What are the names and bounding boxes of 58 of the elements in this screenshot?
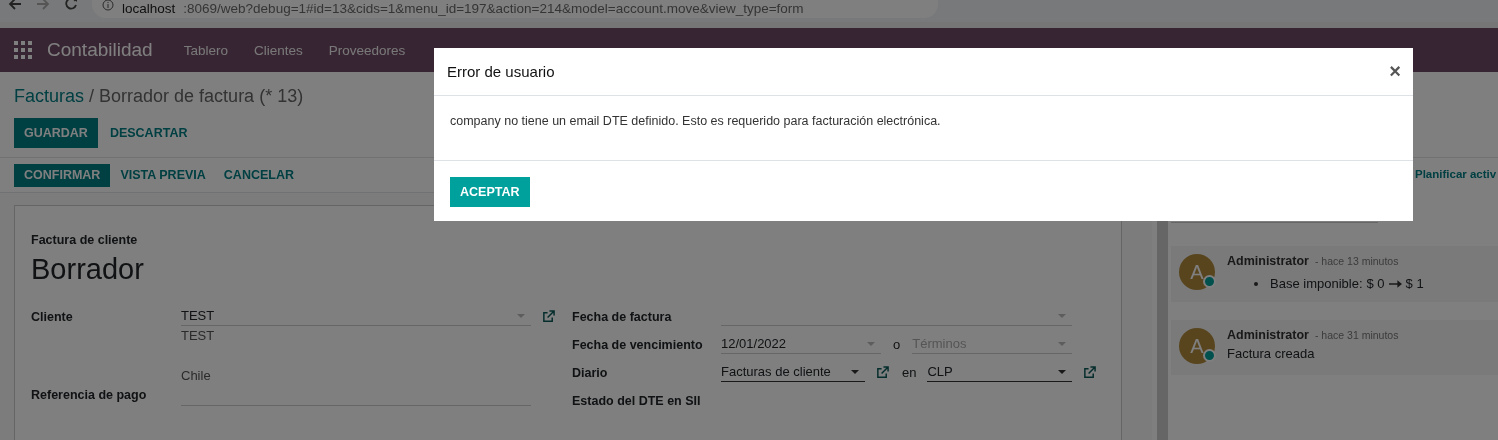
message-author: Administrator	[1227, 254, 1309, 268]
avatar: A	[1179, 328, 1215, 364]
avatar: A	[1179, 254, 1215, 290]
old-value: $ 0	[1366, 276, 1385, 291]
caret-icon	[1058, 369, 1067, 374]
caret-icon	[1058, 313, 1066, 318]
external-link-icon[interactable]	[876, 365, 889, 379]
address-line: Chile	[181, 368, 212, 384]
action-button[interactable]: CANCELAR	[215, 163, 302, 187]
app-title[interactable]: Contabilidad	[47, 39, 153, 61]
dialog-title: Error de usuario	[447, 63, 555, 80]
message-author: Administrator	[1227, 328, 1309, 342]
reload-icon[interactable]	[64, 0, 78, 11]
info-icon	[102, 0, 114, 11]
caret-icon	[1058, 341, 1067, 346]
field-label: Referencia de pago	[31, 387, 148, 404]
field-label: Cliente	[31, 309, 74, 326]
message-time: - hace 31 minutos	[1314, 329, 1399, 341]
dialog-message: company no tiene un email DTE definido. Esto es requerido para facturación electrónica.	[434, 96, 1413, 161]
field-label: Fecha de vencimiento	[572, 337, 704, 354]
field-label: Estado del DTE en SII	[572, 393, 702, 408]
caret-icon	[867, 341, 875, 346]
caret-icon	[851, 369, 859, 374]
message-body: Factura creada	[1227, 346, 1316, 361]
currency-field[interactable]: CLP	[927, 362, 1073, 382]
menu-item[interactable]: Proveedores	[315, 42, 419, 58]
in-label: en	[902, 364, 917, 380]
back-icon[interactable]	[8, 0, 22, 11]
invoice-type: Factura de cliente	[31, 233, 139, 247]
breadcrumb-link[interactable]: Facturas	[14, 86, 85, 106]
external-link-icon[interactable]	[542, 309, 555, 323]
action-button[interactable]: CONFIRMAR	[14, 163, 111, 187]
apps-grid-icon[interactable]	[14, 41, 32, 59]
accept-button[interactable]: ACEPTAR	[450, 177, 530, 207]
schedule-activity-link[interactable]: Planificar activ	[1415, 168, 1497, 180]
tracking-field: Base imponible:	[1270, 276, 1363, 291]
field-label: Fecha de factura	[572, 309, 673, 326]
action-button[interactable]: VISTA PREVIA	[112, 163, 214, 187]
message-time: - hace 13 minutos	[1314, 255, 1399, 267]
customer-field[interactable]: TEST	[181, 306, 531, 326]
breadcrumb-separator: /	[89, 86, 95, 106]
breadcrumb-current: Borrador de factura (* 13)	[99, 86, 304, 106]
arrow-icon	[1388, 279, 1402, 288]
caret-icon	[517, 313, 525, 318]
due-date-field[interactable]: 12/01/2022	[721, 334, 881, 354]
field-label: Diario	[572, 365, 609, 382]
menu-item[interactable]: Clientes	[240, 42, 316, 58]
journal-field[interactable]: Facturas de cliente	[721, 362, 865, 382]
new-value: $ 1	[1405, 276, 1424, 291]
address-bar[interactable]: localhost :8069/web?debug=1#id=13&cids=1&menu_id=197&action=214&model=account.move&view_type=form	[92, 0, 938, 18]
external-link-icon[interactable]	[1083, 365, 1097, 379]
save-button[interactable]: GUARDAR	[14, 118, 98, 148]
close-button[interactable]: ×	[1389, 60, 1401, 83]
address-line: TEST	[181, 328, 216, 344]
or-label: o	[893, 336, 901, 352]
invoice-title: Borrador	[31, 253, 145, 286]
discard-button[interactable]: DESCARTAR	[101, 118, 196, 148]
menu-item[interactable]: Tablero	[170, 42, 241, 58]
